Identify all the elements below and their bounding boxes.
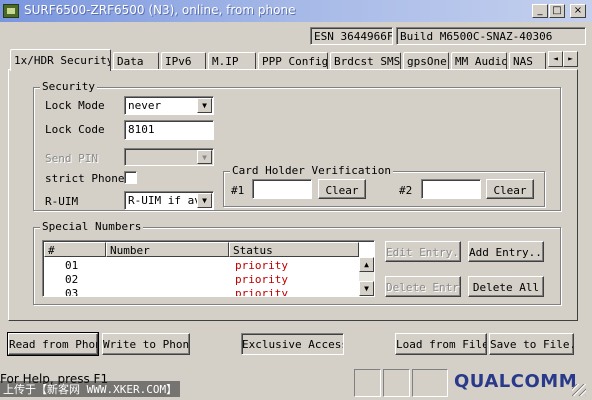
edit-entry-button[interactable]: Edit Entry... (385, 241, 461, 262)
lock-mode-label: Lock Mode (45, 99, 105, 112)
special-numbers-list[interactable]: # Number Status 01 priority 02 priority … (42, 240, 375, 297)
status-panel (354, 369, 381, 397)
tab-scroll-right-icon[interactable]: ► (563, 51, 578, 67)
security-group-title: Security (40, 80, 97, 93)
row-index: 01 (65, 259, 79, 272)
minimize-button[interactable]: _ (532, 4, 548, 18)
delete-entry-button[interactable]: Delete Entry (385, 276, 461, 297)
row-index: 03 (65, 287, 79, 297)
scroll-up-icon[interactable]: ▲ (359, 257, 374, 272)
row-status: priority (235, 273, 288, 286)
app-icon (3, 4, 19, 18)
build-display: Build M6500C-SNAZ-40306 (396, 27, 586, 45)
rum-value: R-UIM if av (128, 194, 201, 207)
row-status: priority (235, 259, 288, 272)
strict-phone-label: strict Phone (45, 172, 125, 185)
tab-ipv6[interactable]: IPv6 (161, 52, 206, 70)
column-header-index[interactable]: # (44, 242, 106, 257)
tab-mm-audio[interactable]: MM Audio (451, 52, 507, 70)
exclusive-access-toggle[interactable]: Exclusive Access (241, 333, 344, 355)
rum-select[interactable]: R-UIM if av ▼ (124, 191, 214, 210)
card-holder-num2-input[interactable] (421, 179, 481, 199)
strict-phone-checkbox[interactable] (124, 171, 137, 184)
card-holder-num1-input[interactable] (252, 179, 312, 199)
tab-1x-hdr-security[interactable]: 1x/HDR Security (10, 49, 111, 71)
save-to-file-button[interactable]: Save to File... (489, 333, 574, 355)
card-holder-num1-label: #1 (231, 184, 245, 197)
watermark-text: 上传于【新客网 WWW.XKER.COM】 (0, 381, 181, 397)
scroll-down-icon[interactable]: ▼ (359, 281, 374, 296)
row-index: 02 (65, 273, 79, 286)
tab-ppp-config[interactable]: PPP Config (258, 52, 328, 70)
send-pin-select: ▼ (124, 148, 214, 166)
tab-gpsone[interactable]: gpsOne (403, 52, 449, 70)
read-from-phone-button[interactable]: Read from Phone (7, 332, 99, 356)
tab-data[interactable]: Data (113, 52, 159, 70)
load-from-file-button[interactable]: Load from File... (395, 333, 487, 355)
lock-code-label: Lock Code (45, 123, 105, 136)
qualcomm-logo: QUALCOMM (454, 371, 578, 392)
clear2-button[interactable]: Clear (486, 179, 534, 199)
resize-grip-icon[interactable] (572, 384, 586, 396)
row-status: priority (235, 287, 288, 297)
column-header-status[interactable]: Status (229, 242, 359, 257)
rum-label: R-UIM (45, 195, 79, 208)
tab-mip[interactable]: M.IP (208, 52, 256, 70)
status-panel (383, 369, 410, 397)
close-button[interactable]: × (570, 4, 586, 18)
tab-brdcst-sms[interactable]: Brdcst SMS (330, 52, 401, 70)
tab-nas[interactable]: NAS (509, 52, 546, 70)
tab-scroll-left-icon[interactable]: ◄ (548, 51, 563, 67)
special-numbers-group-title: Special Numbers (40, 220, 144, 233)
esn-display: ESN 3644966F (310, 27, 393, 45)
send-pin-label: Send PIN (45, 152, 98, 165)
add-entry-button[interactable]: Add Entry... (468, 241, 544, 262)
chevron-down-icon[interactable]: ▼ (197, 98, 212, 113)
chevron-down-icon: ▼ (197, 150, 212, 164)
lock-mode-select[interactable]: never ▼ (124, 96, 214, 115)
delete-all-button[interactable]: Delete All (468, 276, 544, 297)
column-header-number[interactable]: Number (106, 242, 229, 257)
chevron-down-icon[interactable]: ▼ (197, 193, 212, 208)
card-holder-group-title: Card Holder Verification (230, 164, 393, 177)
lock-code-input[interactable]: 8101 (124, 120, 214, 140)
write-to-phone-button[interactable]: Write to Phone (102, 333, 190, 355)
title-bar: SURF6500-ZRF6500 (N3), online, from phon… (0, 0, 592, 22)
tab-panel-security: Security Lock Mode never ▼ Lock Code 810… (8, 69, 578, 321)
clear1-button[interactable]: Clear (318, 179, 366, 199)
maximize-button[interactable]: □ (549, 4, 565, 18)
lock-mode-value: never (128, 99, 162, 112)
status-panel (412, 369, 448, 397)
card-holder-num2-label: #2 (399, 184, 413, 197)
window-title: SURF6500-ZRF6500 (N3), online, from phon… (24, 3, 296, 17)
